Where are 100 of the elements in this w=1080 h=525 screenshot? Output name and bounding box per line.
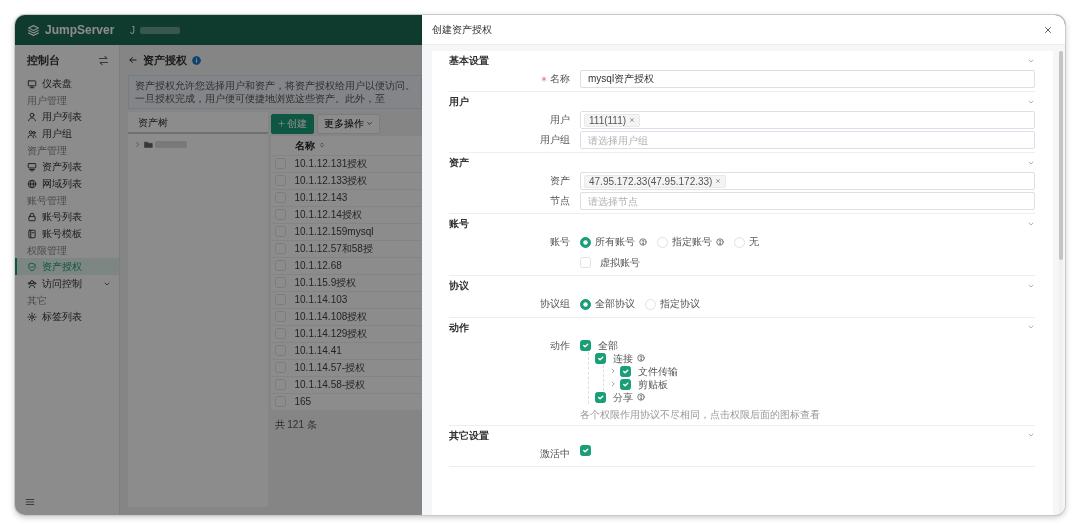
field-label: 账号 [550,235,570,249]
shield-icon [27,261,37,272]
table-cell-text: 10.1.14.103 [294,293,348,307]
checkbox-label: 分享 [612,390,633,405]
menu-item[interactable]: 账号列表 [15,208,119,225]
gear-icon [27,311,37,322]
table-cell-text: 10.1.12.14授权 [294,208,362,222]
menu-item[interactable]: 账号模板 [15,225,119,242]
layers-icon [27,23,40,37]
table-cell-text: 10.1.14.129授权 [294,327,368,341]
table-cell-text: 10.1.15.9授权 [294,276,357,290]
chevron-down-icon[interactable] [1027,323,1035,331]
table-cell-text: 10.1.14.108授权 [294,310,368,324]
field-label: 资产 [550,174,570,188]
table-cell-text: 10.1.12.133授权 [294,174,368,188]
radio-button[interactable] [580,298,591,310]
radio-label: 全部协议 [595,297,635,311]
more-actions-button[interactable]: 更多操作 [316,113,380,134]
user-icon [27,111,37,122]
select-field[interactable]: 请选择节点 [580,192,1035,210]
checkbox-label: 剪贴板 [637,377,668,392]
info-icon [192,55,201,65]
menu-item[interactable]: 用户组 [15,125,119,142]
checkbox[interactable] [620,365,631,377]
group-icon [27,278,37,289]
menu-item[interactable]: 仪表盘 [15,75,119,92]
help-icon[interactable] [636,354,645,362]
section-title: 动作 [449,320,469,335]
table-cell-text: 10.1.14.58-授权 [294,378,366,392]
users-icon [27,128,37,139]
drawer-title: 创建资产授权 [432,23,492,37]
tag-label: 47.95.172.33(47.95.172.33) [589,174,713,189]
checkbox[interactable] [595,352,606,364]
checkbox[interactable] [595,391,606,403]
hint-text: 各个权限作用协议不尽相同，点击权限后面的图标查看 [580,407,821,422]
document-icon [27,228,37,239]
select-field[interactable]: 请选择用户组 [580,131,1035,149]
tree-tab[interactable]: 资产树 [128,111,268,134]
table-cell-text: 10.1.14.57-授权 [294,361,366,375]
scrollbar[interactable] [1059,51,1063,515]
field-label: 名称 [550,72,570,86]
help-icon[interactable] [636,393,645,401]
table-cell-text: 10.1.12.159mysql [294,225,374,239]
table-cell-text: 165 [294,395,312,409]
remove-icon[interactable] [715,178,722,184]
section-heading: 资产管理 [26,143,68,158]
chevron-right-icon[interactable] [610,381,616,387]
field-label: 协议组 [540,297,570,311]
checkbox-label: 全部 [597,338,618,353]
field-label: 用户 [550,113,570,127]
remove-icon[interactable] [629,117,636,123]
checkbox[interactable] [620,378,631,390]
menu-icon[interactable] [25,497,35,508]
menu-item[interactable]: 用户列表 [15,108,119,125]
plus-icon [277,120,285,127]
radio-button[interactable] [580,236,591,248]
checkbox[interactable] [580,444,591,456]
tag-select-field[interactable]: 47.95.172.33(47.95.172.33) [580,172,1035,190]
help-icon[interactable] [639,238,647,246]
table-cell-text: 10.1.12.143 [294,191,348,205]
chevron-down-icon[interactable] [1027,431,1035,439]
folder-icon [143,139,153,149]
column-header[interactable]: 名称 [294,137,315,153]
radio-label: 指定账号 [672,235,712,249]
tag-select-field[interactable]: 111(111) [580,111,1035,129]
radio-label: 指定协议 [660,297,700,311]
section-title: 其它设置 [449,428,489,443]
table-cell-text: 10.1.12.131授权 [294,157,368,171]
help-icon[interactable] [716,238,724,246]
section-title: 协议 [449,279,469,293]
logo-text: JumpServer [45,22,115,39]
chevron-right-icon[interactable] [610,368,616,374]
section-heading: 用户管理 [26,93,68,108]
sidebar-title: 控制台 [27,52,60,68]
chevron-right-icon[interactable] [134,140,141,148]
name-field[interactable]: mysql资产授权 [580,70,1035,88]
swap-icon[interactable] [98,54,109,66]
lock-icon [27,211,37,222]
section-title: 基本设置 [449,54,489,68]
close-icon[interactable] [1043,24,1053,35]
sort-icon[interactable] [318,142,325,148]
checkbox[interactable] [580,339,591,351]
menu-item[interactable]: 资产列表 [15,158,119,175]
back-arrow-icon[interactable] [128,55,138,65]
checkbox-label: 文件传输 [637,364,678,379]
table-cell-text: 10.1.14.41 [294,344,342,358]
checkbox-label: 连接 [612,351,633,366]
field-label: 用户组 [540,133,570,147]
menu-item[interactable]: 网域列表 [15,175,119,192]
radio-label: 无 [749,235,759,249]
menu-item[interactable]: 访问控制 [15,275,119,292]
field-label: 激活中 [540,446,570,461]
globe-icon [27,178,37,189]
page-title: 资产授权 [143,52,187,68]
section-title: 资产 [449,156,469,170]
menu-item[interactable]: 标签列表 [15,308,119,325]
caret-icon [366,120,373,127]
section-title: 账号 [449,217,469,231]
create-button[interactable]: 创建 [270,113,314,134]
org-initial: J [130,23,135,38]
